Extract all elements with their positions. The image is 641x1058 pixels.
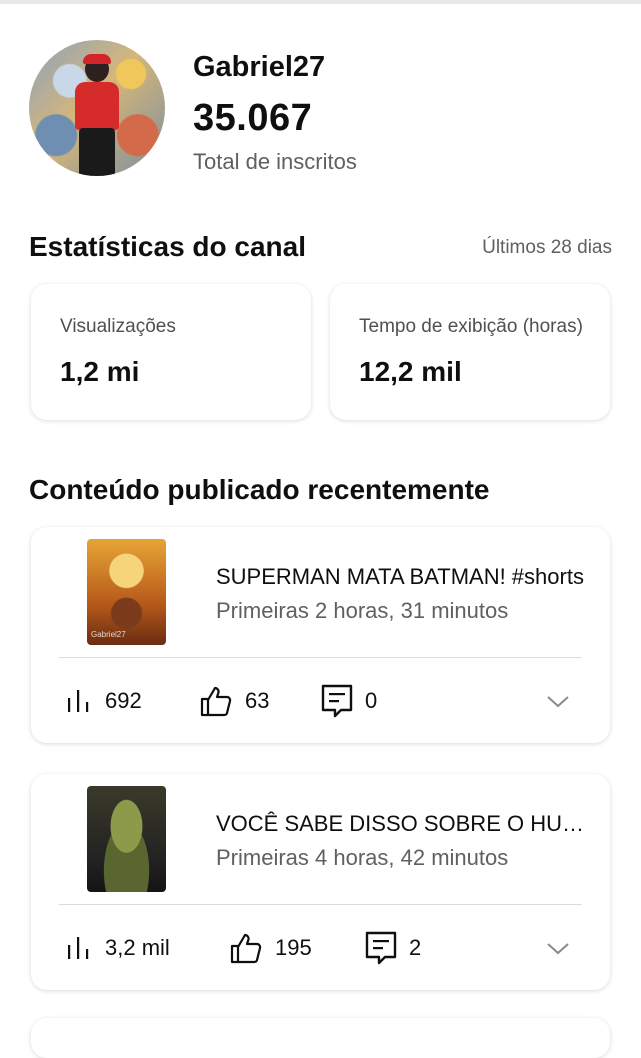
chevron-down-icon[interactable] xyxy=(546,689,570,713)
channel-stats-title: Estatísticas do canal xyxy=(29,231,307,262)
video-comments: 0 xyxy=(321,683,377,719)
stat-card-views[interactable]: Visualizações 1,2 mi xyxy=(31,284,311,420)
stat-label: Tempo de exibição (horas) xyxy=(359,316,583,337)
video-card-partial[interactable] xyxy=(31,1018,610,1058)
channel-username: Gabriel27 xyxy=(193,51,326,83)
video-title[interactable]: SUPERMAN MATA BATMAN! #shorts xyxy=(216,563,586,591)
video-likes: 195 xyxy=(229,930,312,966)
thumbs-up-icon xyxy=(229,932,263,964)
views-count: 3,2 mil xyxy=(105,935,170,960)
comments-count: 0 xyxy=(365,688,378,713)
stat-label: Visualizações xyxy=(60,316,176,337)
video-thumbnail[interactable] xyxy=(87,786,166,892)
stats-period: Últimos 28 dias xyxy=(482,237,612,258)
bar-chart-icon xyxy=(65,935,93,961)
thumbnail-watermark: Gabriel27 xyxy=(91,630,126,639)
recent-content-title: Conteúdo publicado recentemente xyxy=(29,474,490,505)
video-time-period: Primeiras 2 horas, 31 minutos xyxy=(216,598,509,623)
bar-chart-icon xyxy=(65,688,93,714)
likes-count: 63 xyxy=(245,688,270,713)
stat-card-watch-time[interactable]: Tempo de exibição (horas) 12,2 mil xyxy=(330,284,610,420)
stat-value: 1,2 mi xyxy=(60,356,140,387)
top-divider xyxy=(0,0,641,4)
video-card[interactable]: Gabriel27 SUPERMAN MATA BATMAN! #shorts … xyxy=(31,527,610,743)
comment-icon xyxy=(365,931,397,965)
card-divider xyxy=(59,657,582,658)
video-thumbnail[interactable]: Gabriel27 xyxy=(87,539,166,645)
subscriber-label: Total de inscritos xyxy=(193,149,357,174)
video-views: 3,2 mil xyxy=(65,930,170,966)
avatar-person-figure xyxy=(73,54,121,176)
channel-profile: Gabriel27 35.067 Total de inscritos xyxy=(29,40,619,180)
views-count: 692 xyxy=(105,688,142,713)
card-divider xyxy=(59,904,582,905)
comment-icon xyxy=(321,684,353,718)
comments-count: 2 xyxy=(409,935,422,960)
video-likes: 63 xyxy=(199,683,269,719)
channel-avatar[interactable] xyxy=(29,40,165,176)
stat-value: 12,2 mil xyxy=(359,356,462,387)
video-views: 692 xyxy=(65,683,142,719)
subscriber-count: 35.067 xyxy=(193,97,313,139)
video-card[interactable]: VOCÊ SABE DISSO SOBRE O HULK? Primeiras … xyxy=(31,774,610,990)
thumbs-up-icon xyxy=(199,685,233,717)
likes-count: 195 xyxy=(275,935,312,960)
chevron-down-icon[interactable] xyxy=(546,936,570,960)
video-comments: 2 xyxy=(365,930,421,966)
video-title[interactable]: VOCÊ SABE DISSO SOBRE O HULK? xyxy=(216,810,586,838)
video-time-period: Primeiras 4 horas, 42 minutos xyxy=(216,845,509,870)
